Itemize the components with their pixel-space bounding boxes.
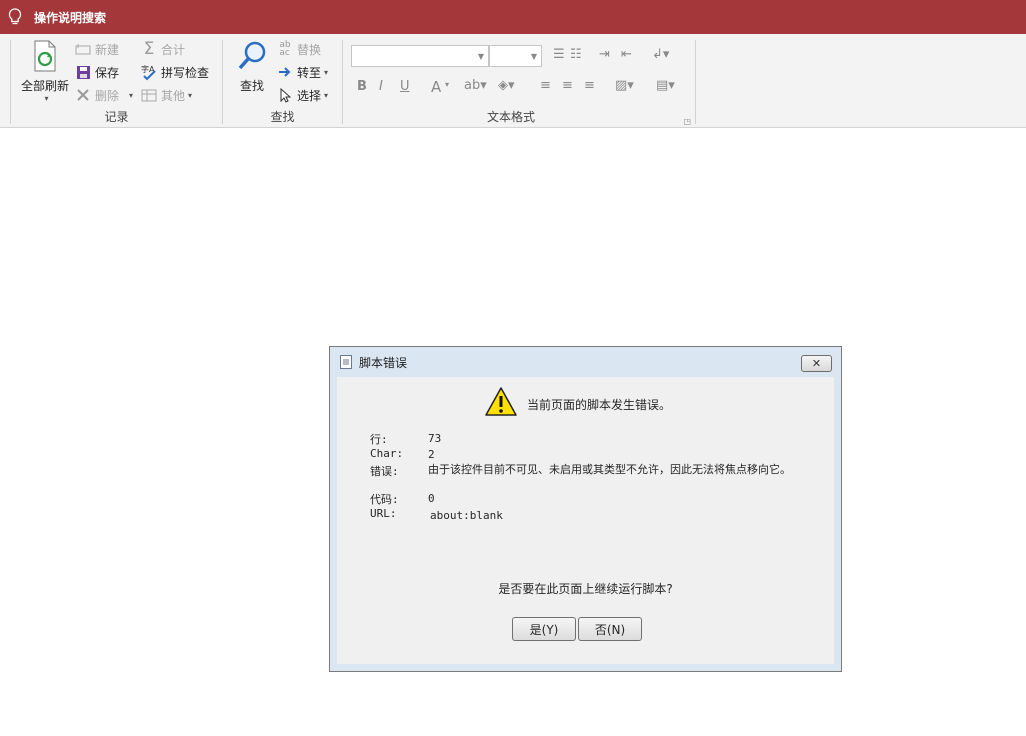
refresh-all-button[interactable]: 全部刷新 ▾ [19, 40, 71, 103]
underline-button[interactable]: U [400, 79, 410, 94]
find-group-label: 查找 [270, 110, 295, 124]
error-message: 当前页面的脚本发生错误。 [527, 398, 672, 412]
chevron-down-icon: ▾ [188, 90, 193, 100]
group-separator [695, 40, 696, 124]
decrease-indent-icon[interactable]: ⇤ [621, 47, 632, 62]
close-icon: ✕ [811, 357, 822, 370]
save-button[interactable]: 保存 [74, 63, 119, 81]
char-value: 2 [428, 448, 435, 461]
find-button[interactable]: 查找 [233, 40, 271, 94]
chevron-down-icon: ▾ [44, 94, 49, 103]
sigma-icon: Σ [143, 39, 155, 59]
chevron-down-icon: ▾ [129, 90, 134, 100]
increase-indent-icon[interactable]: ⇥ [599, 47, 610, 62]
highlight-icon[interactable]: ab▾ [464, 78, 487, 93]
italic-button[interactable]: I [379, 79, 383, 94]
title-bar: 操作说明搜索 [0, 0, 1026, 34]
chevron-down-icon: ▼ [477, 52, 484, 61]
find-group: 查找 ab ac 替换 转至 ▾ 选择 ▾ 查找 [223, 34, 342, 128]
code-label: 代码: [370, 493, 399, 506]
paragraph-direction-icon[interactable]: ↲▾ [652, 47, 669, 62]
url-value: about:blank [430, 509, 503, 522]
alternate-row-color-icon[interactable]: ▨▾ [615, 78, 634, 93]
text-format-group: ▼ ▼ ☰ ☷ ⇥ ⇤ ↲▾ B I U A ▾ ab▾ ◈▾ ≡ ≡ ≡ ▨▾… [343, 34, 695, 128]
error-value: 由于该控件目前不可见、未启用或其类型不允许，因此无法将焦点移向它。 [428, 463, 791, 476]
numbering-icon[interactable]: ☷ [570, 47, 582, 62]
no-button[interactable]: 否(N) [578, 617, 642, 641]
dialog-body: 当前页面的脚本发生错误。 行: 73 Char: 2 错误: 由于该控件目前不可… [337, 377, 834, 664]
delete-button[interactable]: 删除 ▾ [74, 86, 133, 104]
close-button[interactable]: ✕ [801, 355, 832, 372]
text-format-group-label: 文本格式 [486, 110, 535, 124]
chevron-down-icon: ▾ [324, 67, 329, 77]
chevron-down-icon: ▼ [530, 52, 537, 61]
lightbulb-icon[interactable] [2, 0, 28, 34]
dialog-launcher-icon[interactable]: ◳ [683, 117, 691, 126]
fill-color-icon[interactable]: ◈▾ [498, 78, 515, 93]
script-error-dialog: 脚本错误 ✕ 当前页面的脚本发生错误。 行: 73 Char: 2 错误: 由于… [329, 346, 842, 672]
select-button[interactable]: 选择 ▾ [276, 86, 328, 104]
code-value: 0 [428, 492, 435, 505]
bold-button[interactable]: B [357, 79, 367, 94]
font-name-combo[interactable]: ▼ [351, 45, 489, 67]
yes-button[interactable]: 是(Y) [512, 617, 576, 641]
new-button[interactable]: 新建 [74, 40, 119, 58]
pointer-icon [276, 86, 294, 104]
align-left-icon[interactable]: ≡ [540, 78, 551, 93]
font-size-combo[interactable]: ▼ [489, 45, 542, 67]
records-group: 全部刷新 ▾ 新建 保存 删除 ▾ Σ 合计 字A 拼写检查 其他 ▾ 记录 [11, 34, 222, 128]
arrow-right-icon [276, 63, 294, 81]
table-grid-icon [140, 86, 158, 104]
more-button[interactable]: 其他 ▾ [140, 86, 192, 104]
spelling-button[interactable]: 字A 拼写检查 [140, 63, 209, 81]
line-label: 行: [370, 433, 388, 446]
warning-icon [484, 386, 518, 418]
align-right-icon[interactable]: ≡ [584, 78, 595, 93]
line-value: 73 [428, 432, 442, 445]
gridlines-icon[interactable]: ▤▾ [656, 78, 675, 93]
magnifier-icon [237, 40, 267, 75]
bullets-icon[interactable]: ☰ [553, 47, 565, 62]
records-group-label: 记录 [104, 110, 129, 124]
replace-button[interactable]: ab ac 替换 [276, 40, 321, 58]
delete-icon [74, 86, 92, 104]
font-color-button[interactable]: A [431, 78, 441, 96]
spell-check-icon: 字A [140, 63, 158, 81]
dialog-title-bar: 脚本错误 [330, 347, 841, 377]
align-center-icon[interactable]: ≡ [562, 78, 573, 93]
chevron-down-icon: ▾ [324, 90, 329, 100]
char-label: Char: [370, 447, 404, 460]
ribbon: 全部刷新 ▾ 新建 保存 删除 ▾ Σ 合计 字A 拼写检查 其他 ▾ 记录 查… [0, 34, 1026, 128]
new-record-icon [74, 40, 92, 58]
replace-icon: ab ac [279, 40, 291, 58]
totals-button[interactable]: Σ 合计 [140, 39, 185, 59]
tell-me-search[interactable]: 操作说明搜索 [34, 9, 106, 26]
refresh-icon [32, 40, 58, 75]
error-label: 错误: [370, 465, 399, 478]
goto-button[interactable]: 转至 ▾ [276, 63, 328, 81]
chevron-down-icon[interactable]: ▾ [445, 80, 449, 89]
continue-question: 是否要在此页面上继续运行脚本? [498, 582, 673, 596]
dialog-title: 脚本错误 [359, 355, 408, 370]
url-label: URL: [370, 507, 397, 520]
document-icon [340, 355, 352, 369]
save-icon [74, 63, 92, 81]
